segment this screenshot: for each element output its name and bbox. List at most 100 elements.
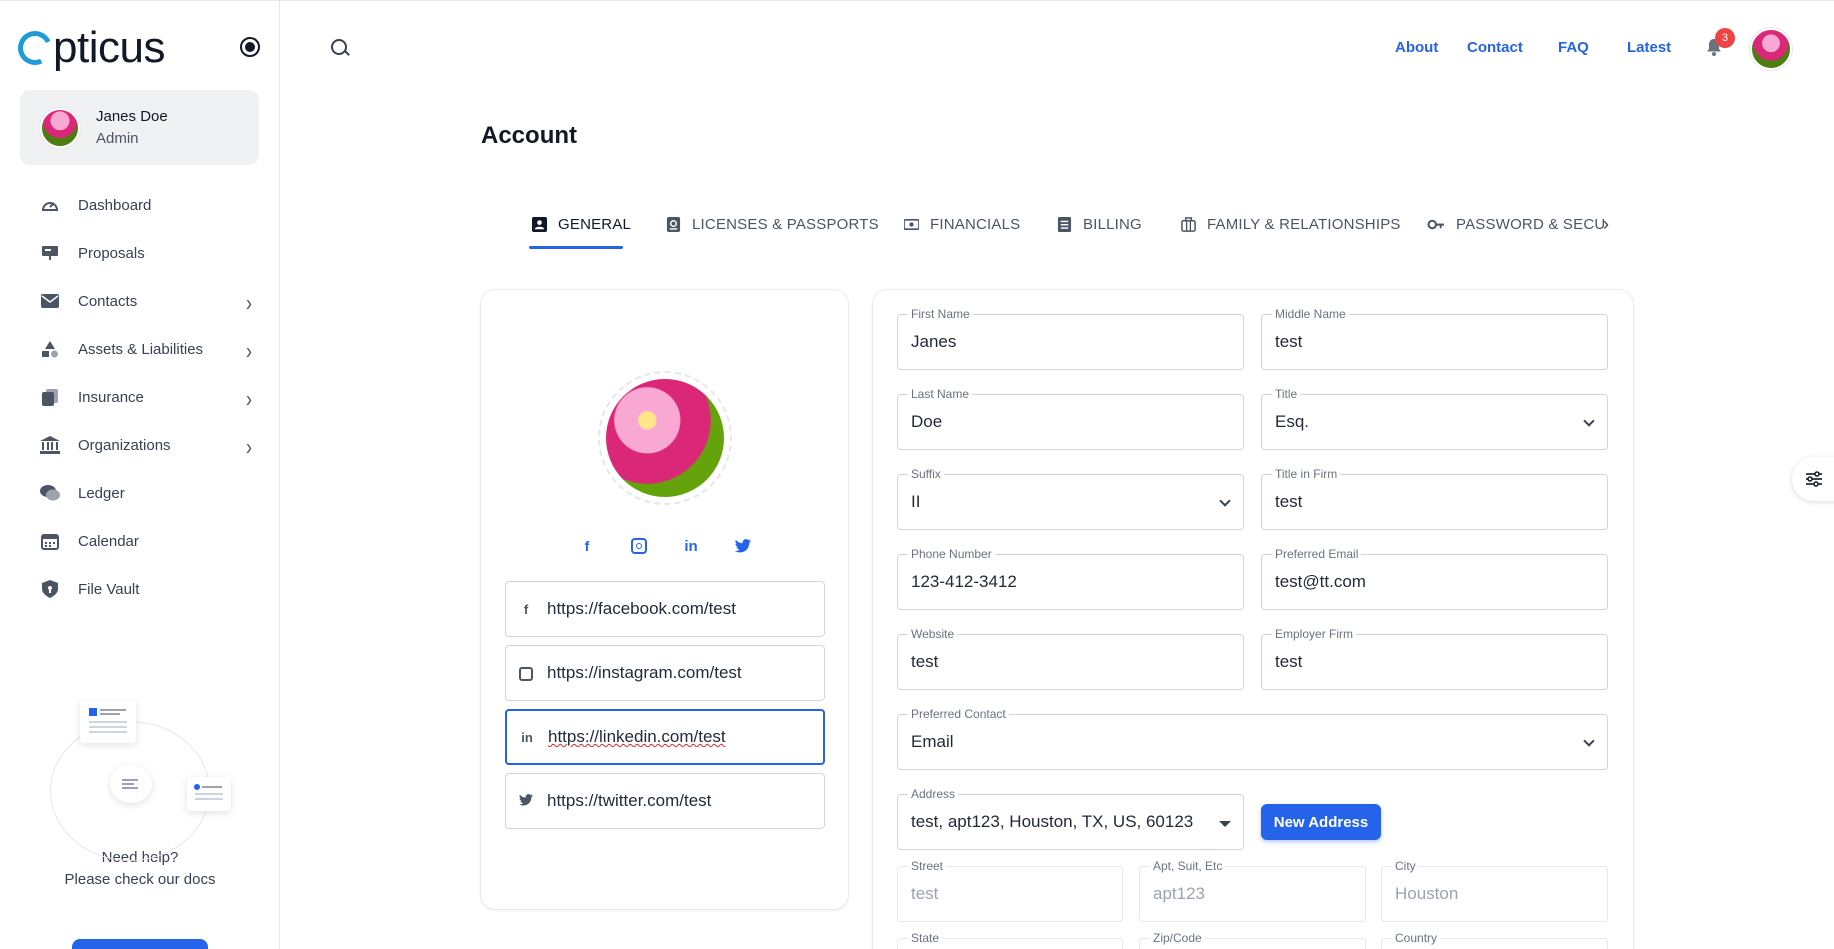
suffix-select[interactable]: Suffix II [897, 467, 1244, 530]
user-card[interactable]: Janes Doe Admin [20, 90, 259, 165]
dashboard-icon [40, 196, 60, 214]
tab-label: FINANCIALS [930, 216, 1021, 233]
tab-label: GENERAL [558, 216, 632, 233]
sidebar-nav: Dashboard Proposals Contacts › Assets & … [20, 181, 260, 613]
new-address-button[interactable]: New Address [1261, 804, 1381, 840]
nav-link-about[interactable]: About [1395, 39, 1438, 56]
passport-icon [666, 217, 681, 232]
twitter-url-input[interactable] [547, 791, 807, 811]
sidebar-item-label: Insurance [78, 388, 144, 406]
phone-number-input[interactable] [911, 572, 1187, 592]
middle-name-field[interactable]: Middle Name [1261, 307, 1608, 370]
settings-sliders-button[interactable] [1792, 457, 1834, 501]
sidebar-item-label: Organizations [78, 436, 171, 454]
field-label: Preferred Email [1272, 547, 1362, 561]
twitter-url-field[interactable] [505, 773, 825, 829]
field-label: Website [908, 627, 958, 641]
tab-family-relationships[interactable]: FAMILY & RELATIONSHIPS [1181, 216, 1401, 233]
field-label: City [1392, 859, 1419, 873]
instagram-url-field[interactable] [505, 645, 825, 701]
tabs-scroll-right-icon[interactable]: › [1603, 214, 1609, 235]
street-input [911, 884, 1091, 904]
phone-number-field[interactable]: Phone Number [897, 547, 1244, 610]
tab-password-security[interactable]: PASSWORD & SECU [1427, 216, 1605, 233]
sidebar-item-label: Assets & Liabilities [78, 340, 204, 358]
user-name: Janes Doe [96, 108, 168, 125]
preferred-contact-value: Email [911, 732, 954, 751]
preferred-contact-select[interactable]: Preferred Contact Email [897, 707, 1608, 770]
facebook-icon[interactable]: f [579, 538, 595, 554]
linkedin-url-input[interactable] [548, 727, 808, 747]
search-icon[interactable] [331, 39, 347, 55]
first-name-field[interactable]: First Name [897, 307, 1244, 370]
sidebar-item-ledger[interactable]: Ledger [20, 469, 260, 517]
website-input[interactable] [911, 652, 1187, 672]
bank-icon [40, 436, 60, 454]
nav-link-contact[interactable]: Contact [1467, 39, 1523, 56]
theme-toggle-icon[interactable] [240, 37, 260, 57]
nav-link-latest[interactable]: Latest [1627, 39, 1671, 56]
field-label: Phone Number [908, 547, 995, 561]
sidebar-item-calendar[interactable]: Calendar [20, 517, 260, 565]
chevron-right-icon: › [246, 337, 252, 364]
twitter-icon [518, 793, 534, 809]
apt-input [1153, 884, 1333, 904]
sliders-icon [1806, 471, 1822, 487]
tab-financials[interactable]: FINANCIALS [904, 216, 1020, 233]
facebook-url-field[interactable]: f [505, 581, 825, 637]
field-label: Address [908, 787, 959, 801]
app-logo[interactable]: pticus [13, 23, 165, 73]
twitter-icon[interactable] [735, 538, 751, 554]
sidebar-item-assets-liabilities[interactable]: Assets & Liabilities › [20, 325, 260, 373]
tab-label: PASSWORD & SECU [1456, 216, 1606, 233]
user-info: Janes Doe Admin [96, 108, 168, 147]
employer-firm-input[interactable] [1275, 652, 1551, 672]
facebook-icon: f [523, 601, 529, 617]
header-avatar[interactable] [1750, 28, 1792, 70]
instagram-icon [518, 665, 534, 682]
title-in-firm-input[interactable] [1275, 492, 1551, 512]
sidebar-item-contacts[interactable]: Contacts › [20, 277, 260, 325]
facebook-url-input[interactable] [547, 599, 807, 619]
user-role: Admin [96, 130, 139, 147]
first-name-input[interactable] [911, 332, 1187, 352]
middle-name-input[interactable] [1275, 332, 1551, 352]
caret-down-icon [1219, 821, 1231, 827]
website-field[interactable]: Website [897, 627, 1244, 690]
title-select[interactable]: Title Esq. [1261, 387, 1608, 450]
field-label: Preferred Contact [908, 707, 1009, 721]
sidebar-item-file-vault[interactable]: File Vault [20, 565, 260, 613]
sidebar-item-insurance[interactable]: Insurance › [20, 373, 260, 421]
account-tabs: GENERAL LICENSES & PASSPORTS FINANCIALS … [529, 206, 1614, 250]
profile-image [606, 379, 724, 497]
tab-label: BILLING [1083, 216, 1142, 233]
tab-general[interactable]: GENERAL [532, 216, 631, 233]
tab-licenses-passports[interactable]: LICENSES & PASSPORTS [666, 216, 879, 233]
preferred-email-input[interactable] [1275, 572, 1551, 592]
chevron-down-icon [1219, 495, 1231, 507]
linkedin-url-field[interactable]: in [505, 709, 825, 765]
last-name-field[interactable]: Last Name [897, 387, 1244, 450]
docs-button[interactable] [72, 939, 208, 949]
employer-firm-field[interactable]: Employer Firm [1261, 627, 1608, 690]
title-in-firm-field[interactable]: Title in Firm [1261, 467, 1608, 530]
linkedin-icon[interactable]: in [683, 538, 699, 555]
nav-link-faq[interactable]: FAQ [1558, 39, 1589, 56]
sidebar-item-dashboard[interactable]: Dashboard [20, 181, 260, 229]
documents-icon [40, 388, 60, 406]
field-label: Title [1272, 387, 1301, 401]
preferred-email-field[interactable]: Preferred Email [1261, 547, 1608, 610]
field-label: Employer Firm [1272, 627, 1357, 641]
tab-billing[interactable]: BILLING [1057, 216, 1142, 233]
help-panel: Need help? Please check our docs [30, 691, 250, 891]
sidebar-item-label: File Vault [78, 580, 140, 598]
address-select[interactable]: Address test, apt123, Houston, TX, US, 6… [897, 787, 1244, 850]
sidebar-item-proposals[interactable]: Proposals [20, 229, 260, 277]
sidebar-item-organizations[interactable]: Organizations › [20, 421, 260, 469]
last-name-input[interactable] [911, 412, 1187, 432]
profile-photo[interactable] [598, 371, 732, 505]
instagram-url-input[interactable] [547, 663, 807, 683]
instagram-icon[interactable] [631, 538, 647, 554]
field-label: Last Name [908, 387, 973, 401]
help-doc-card [80, 701, 136, 743]
